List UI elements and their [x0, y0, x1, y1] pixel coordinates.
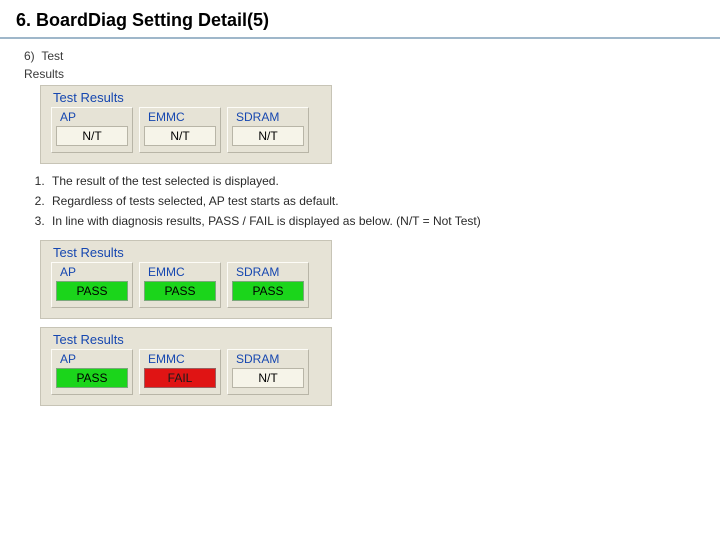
result-cell-ap: AP PASS	[51, 349, 133, 395]
section-sublabel: Results	[24, 67, 706, 81]
result-cell-emmc: EMMC FAIL	[139, 349, 221, 395]
result-value: N/T	[232, 368, 304, 388]
result-value: PASS	[144, 281, 216, 301]
panel-title: Test Results	[51, 90, 321, 105]
panel-title: Test Results	[51, 332, 321, 347]
test-results-panel-pass: Test Results AP PASS EMMC PASS SDRAM PAS…	[40, 240, 332, 319]
result-cell-sdram: SDRAM PASS	[227, 262, 309, 308]
test-results-panel-mix: Test Results AP PASS EMMC FAIL SDRAM N/T	[40, 327, 332, 406]
col-head: SDRAM	[232, 350, 304, 368]
result-columns: AP N/T EMMC N/T SDRAM N/T	[51, 107, 321, 153]
col-head: AP	[56, 350, 128, 368]
result-cell-sdram: SDRAM N/T	[227, 107, 309, 153]
col-head: SDRAM	[232, 108, 304, 126]
body: 6) Test Results Test Results AP N/T EMMC…	[14, 49, 706, 406]
col-head: EMMC	[144, 263, 216, 281]
test-results-panel-nt: Test Results AP N/T EMMC N/T SDRAM N/T	[40, 85, 332, 164]
panel-nt-wrap: Test Results AP N/T EMMC N/T SDRAM N/T	[40, 85, 706, 164]
page-title: 6. BoardDiag Setting Detail(5)	[14, 8, 706, 37]
list-item: Regardless of tests selected, AP test st…	[48, 194, 706, 208]
result-value: PASS	[56, 281, 128, 301]
result-cell-sdram: SDRAM N/T	[227, 349, 309, 395]
panel-mix-wrap: Test Results AP PASS EMMC FAIL SDRAM N/T	[40, 327, 706, 406]
list-item: In line with diagnosis results, PASS / F…	[48, 214, 706, 228]
col-head: AP	[56, 263, 128, 281]
result-columns: AP PASS EMMC PASS SDRAM PASS	[51, 262, 321, 308]
section-label: Test	[41, 49, 63, 63]
result-cell-emmc: EMMC PASS	[139, 262, 221, 308]
result-value: PASS	[56, 368, 128, 388]
result-value: FAIL	[144, 368, 216, 388]
panel-pass-wrap: Test Results AP PASS EMMC PASS SDRAM PAS…	[40, 240, 706, 319]
col-head: SDRAM	[232, 263, 304, 281]
result-cell-ap: AP PASS	[51, 262, 133, 308]
title-rule	[0, 37, 720, 39]
result-value: PASS	[232, 281, 304, 301]
result-columns: AP PASS EMMC FAIL SDRAM N/T	[51, 349, 321, 395]
panel-title: Test Results	[51, 245, 321, 260]
page: 6. BoardDiag Setting Detail(5) 6) Test R…	[0, 0, 720, 406]
section-index-label: 6) Test	[24, 49, 706, 63]
result-value: N/T	[56, 126, 128, 146]
col-head: EMMC	[144, 350, 216, 368]
col-head: AP	[56, 108, 128, 126]
notes-list: The result of the test selected is displ…	[48, 174, 706, 228]
result-value: N/T	[144, 126, 216, 146]
list-item: The result of the test selected is displ…	[48, 174, 706, 188]
result-cell-ap: AP N/T	[51, 107, 133, 153]
col-head: EMMC	[144, 108, 216, 126]
section-index: 6)	[24, 49, 35, 63]
result-value: N/T	[232, 126, 304, 146]
result-cell-emmc: EMMC N/T	[139, 107, 221, 153]
